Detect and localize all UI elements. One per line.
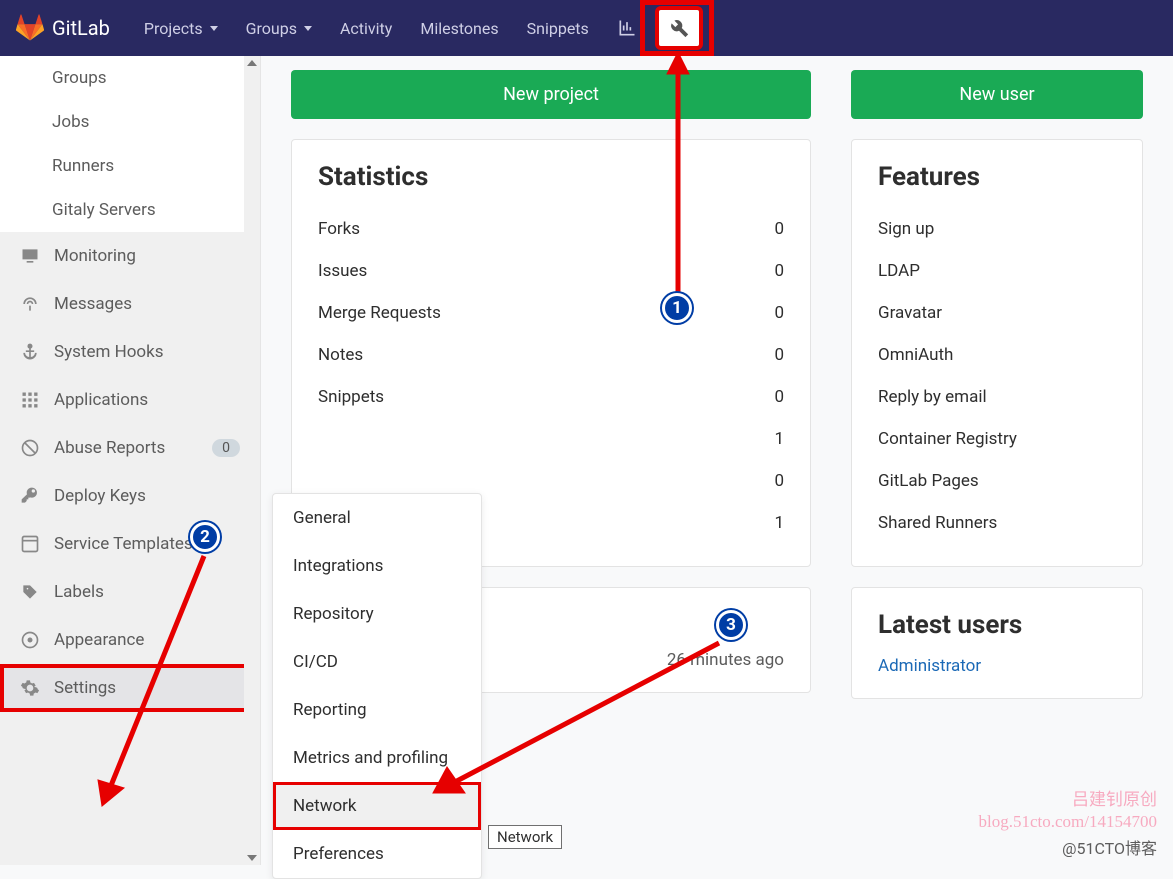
grid-icon — [20, 390, 40, 410]
latest-users-card: Latest users Administrator — [851, 587, 1143, 699]
flyout-general[interactable]: General — [273, 494, 481, 542]
feat-omniauth: OmniAuth — [878, 334, 1116, 376]
gitlab-logo-icon — [16, 14, 44, 42]
annotation-arrow-3 — [427, 635, 737, 805]
nav-activity[interactable]: Activity — [326, 0, 406, 56]
scroll-up-icon — [247, 60, 257, 66]
feat-runners: Shared Runners — [878, 502, 1116, 544]
sidebar-applications[interactable]: Applications — [0, 376, 260, 424]
callout-3: 3 — [716, 610, 746, 640]
brand-name: GitLab — [52, 16, 110, 40]
sidebar-sub-jobs[interactable]: Jobs — [0, 100, 260, 144]
abuse-icon — [20, 438, 40, 458]
sidebar-scrollbar[interactable] — [244, 56, 260, 865]
new-project-button[interactable]: New project — [291, 70, 811, 119]
top-navbar: GitLab Projects Groups Activity Mileston… — [0, 0, 1173, 56]
sidebar-monitoring-label: Monitoring — [54, 246, 136, 266]
nav-snippets[interactable]: Snippets — [513, 0, 603, 56]
gear-icon — [20, 678, 40, 698]
footer-credit: @51CTO博客 — [1062, 835, 1157, 859]
anchor-icon — [20, 342, 40, 362]
feat-signup: Sign up — [878, 208, 1116, 250]
abuse-badge: 0 — [212, 439, 240, 457]
sidebar-monitoring[interactable]: Monitoring — [0, 232, 260, 280]
latest-user-link[interactable]: Administrator — [878, 656, 981, 676]
annotation-box-admin — [640, 0, 714, 56]
sidebar-sub-runners[interactable]: Runners — [0, 144, 260, 188]
flyout-integrations[interactable]: Integrations — [273, 542, 481, 590]
callout-2: 2 — [190, 522, 220, 552]
brand[interactable]: GitLab — [16, 14, 110, 42]
sidebar-system-hooks[interactable]: System Hooks — [0, 328, 260, 376]
sidebar-abuse-reports[interactable]: Abuse Reports 0 — [0, 424, 260, 472]
sidebar-applications-label: Applications — [54, 390, 148, 410]
feat-reply: Reply by email — [878, 376, 1116, 418]
feat-gravatar: Gravatar — [878, 292, 1116, 334]
stat-row-6: 1 — [318, 418, 784, 460]
appearance-icon — [20, 630, 40, 650]
feat-registry: Container Registry — [878, 418, 1116, 460]
sidebar-deploy-keys[interactable]: Deploy Keys — [0, 472, 260, 520]
annotation-arrow-2 — [92, 548, 222, 808]
nav-items: Projects Groups Activity Milestones Snip… — [130, 0, 701, 56]
feat-pages: GitLab Pages — [878, 460, 1116, 502]
flyout-tooltip: Network — [488, 825, 562, 849]
scroll-down-icon — [247, 855, 257, 861]
sidebar-system-hooks-label: System Hooks — [54, 342, 164, 362]
sidebar-abuse-label: Abuse Reports — [54, 438, 165, 458]
sidebar-messages[interactable]: Messages — [0, 280, 260, 328]
labels-icon — [20, 582, 40, 602]
latest-users-title: Latest users — [878, 610, 1116, 640]
nav-milestones[interactable]: Milestones — [406, 0, 512, 56]
stat-merge-requests: Merge Requests0 — [318, 292, 784, 334]
watermark: 吕建钊原创 blog.51cto.com/14154700 — [979, 789, 1157, 833]
statistics-title: Statistics — [318, 162, 784, 192]
stat-notes: Notes0 — [318, 334, 784, 376]
nav-groups[interactable]: Groups — [232, 0, 326, 56]
stat-snippets: Snippets0 — [318, 376, 784, 418]
nav-projects[interactable]: Projects — [130, 0, 232, 56]
features-title: Features — [878, 162, 1116, 192]
flyout-preferences[interactable]: Preferences — [273, 830, 481, 878]
stat-forks: Forks0 — [318, 208, 784, 250]
sidebar-messages-label: Messages — [54, 294, 132, 314]
sidebar-sub-list: Groups Jobs Runners Gitaly Servers — [0, 56, 260, 232]
flyout-repository[interactable]: Repository — [273, 590, 481, 638]
annotation-arrow-1 — [663, 52, 693, 322]
callout-1: 1 — [662, 293, 692, 323]
broadcast-icon — [20, 294, 40, 314]
stat-issues: Issues0 — [318, 250, 784, 292]
template-icon — [20, 534, 40, 554]
feat-ldap: LDAP — [878, 250, 1116, 292]
new-user-button[interactable]: New user — [851, 70, 1143, 119]
sidebar-deploy-keys-label: Deploy Keys — [54, 486, 146, 506]
sidebar-sub-gitaly[interactable]: Gitaly Servers — [0, 188, 260, 232]
key-icon — [20, 486, 40, 506]
sidebar-sub-groups[interactable]: Groups — [0, 56, 260, 100]
features-card: Features Sign up LDAP Gravatar OmniAuth … — [851, 139, 1143, 567]
monitor-icon — [20, 246, 40, 266]
